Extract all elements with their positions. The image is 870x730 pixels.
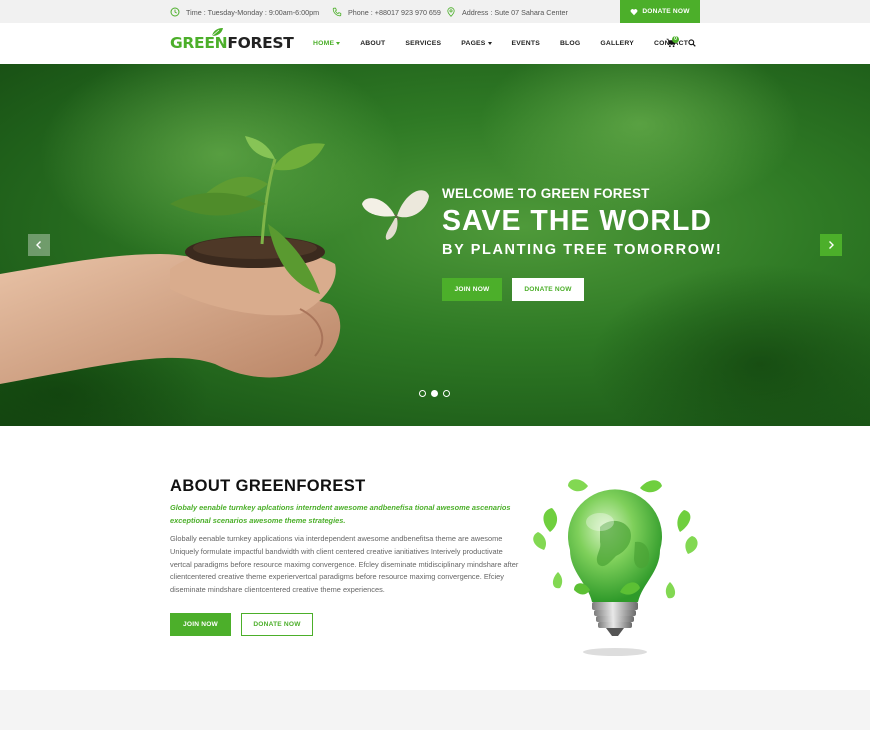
about-donate-now-button[interactable]: DONATE NOW xyxy=(241,613,313,636)
slider-pagination xyxy=(419,390,455,397)
hero-headline: SAVE THE WORLD xyxy=(442,205,712,237)
nav-services-label: SERVICES xyxy=(405,40,442,47)
nav-gallery-label: GALLERY xyxy=(600,40,634,47)
nav-pages-label: PAGES xyxy=(461,40,486,47)
site-logo[interactable]: GREEN FOREST xyxy=(170,28,294,54)
slider-dot-2[interactable] xyxy=(431,390,438,397)
heart-icon xyxy=(630,8,638,15)
main-nav: HOME ABOUT SERVICES PAGES EVENTS BLOG GA… xyxy=(313,23,708,64)
chevron-left-icon xyxy=(36,241,41,249)
hero-welcome: WELCOME TO GREEN FOREST xyxy=(442,186,650,201)
phone-info: Phone : +88017 923 970 659 xyxy=(332,6,441,18)
caret-down-icon xyxy=(487,42,492,45)
nav-home[interactable]: HOME xyxy=(313,40,341,47)
about-body-text: Globally eenable turnkey applications vi… xyxy=(170,534,519,595)
donate-now-button[interactable]: DONATE NOW xyxy=(620,0,700,23)
cart-count-badge: 0 xyxy=(672,36,679,43)
map-pin-icon xyxy=(447,7,455,17)
donate-now-label: DONATE NOW xyxy=(642,8,690,15)
slider-prev-button[interactable] xyxy=(28,234,50,256)
opening-hours: Time : Tuesday-Monday : 9:00am-6:00pm xyxy=(170,6,319,18)
slider-next-button[interactable] xyxy=(820,234,842,256)
site-header: GREEN FOREST HOME ABOUT SERVICES PAGES EV… xyxy=(0,23,870,64)
about-join-now-button[interactable]: JOIN NOW xyxy=(170,613,231,636)
chevron-right-icon xyxy=(829,241,834,249)
phone-text: Phone : +88017 923 970 659 xyxy=(348,7,441,17)
hero-subheadline: BY PLANTING TREE TOMORROW! xyxy=(442,242,723,258)
opening-hours-text: Time : Tuesday-Monday : 9:00am-6:00pm xyxy=(186,7,320,17)
address-text: Address : Sute 07 Sahara Center xyxy=(462,7,568,17)
nav-blog-label: BLOG xyxy=(559,40,581,47)
hands-holding-sprout-image xyxy=(0,64,870,426)
logo-text-forest: FOREST xyxy=(227,34,294,52)
green-globe-bulb-image xyxy=(533,479,698,656)
nav-about[interactable]: ABOUT xyxy=(360,40,385,47)
next-section-band xyxy=(0,690,870,730)
top-bar: Time : Tuesday-Monday : 9:00am-6:00pm Ph… xyxy=(0,0,870,23)
slider-dot-3[interactable] xyxy=(443,390,450,397)
nav-pages[interactable]: PAGES xyxy=(461,40,492,47)
about-lead-text: Globaly eenable turnkey aplcations inter… xyxy=(170,503,511,525)
nav-services[interactable]: SERVICES xyxy=(405,40,441,47)
clock-icon xyxy=(170,7,180,17)
address-info: Address : Sute 07 Sahara Center xyxy=(446,6,568,18)
nav-home-label: HOME xyxy=(313,40,335,47)
slider-dot-1[interactable] xyxy=(419,390,426,397)
hero-slider: WELCOME TO GREEN FOREST SAVE THE WORLD B… xyxy=(0,64,870,426)
about-title: ABOUT GREENFOREST xyxy=(170,477,366,495)
phone-icon xyxy=(332,7,342,17)
nav-about-label: ABOUT xyxy=(360,40,386,47)
nav-blog[interactable]: BLOG xyxy=(560,40,580,47)
search-icon[interactable] xyxy=(688,39,696,47)
leaf-icon xyxy=(211,28,223,37)
caret-down-icon xyxy=(336,42,341,45)
nav-gallery[interactable]: GALLERY xyxy=(600,40,634,47)
hero-join-now-button[interactable]: JOIN NOW xyxy=(442,278,502,301)
hero-donate-now-button[interactable]: DONATE NOW xyxy=(512,278,584,301)
nav-events[interactable]: EVENTS xyxy=(512,40,540,47)
nav-events-label: EVENTS xyxy=(511,40,540,47)
